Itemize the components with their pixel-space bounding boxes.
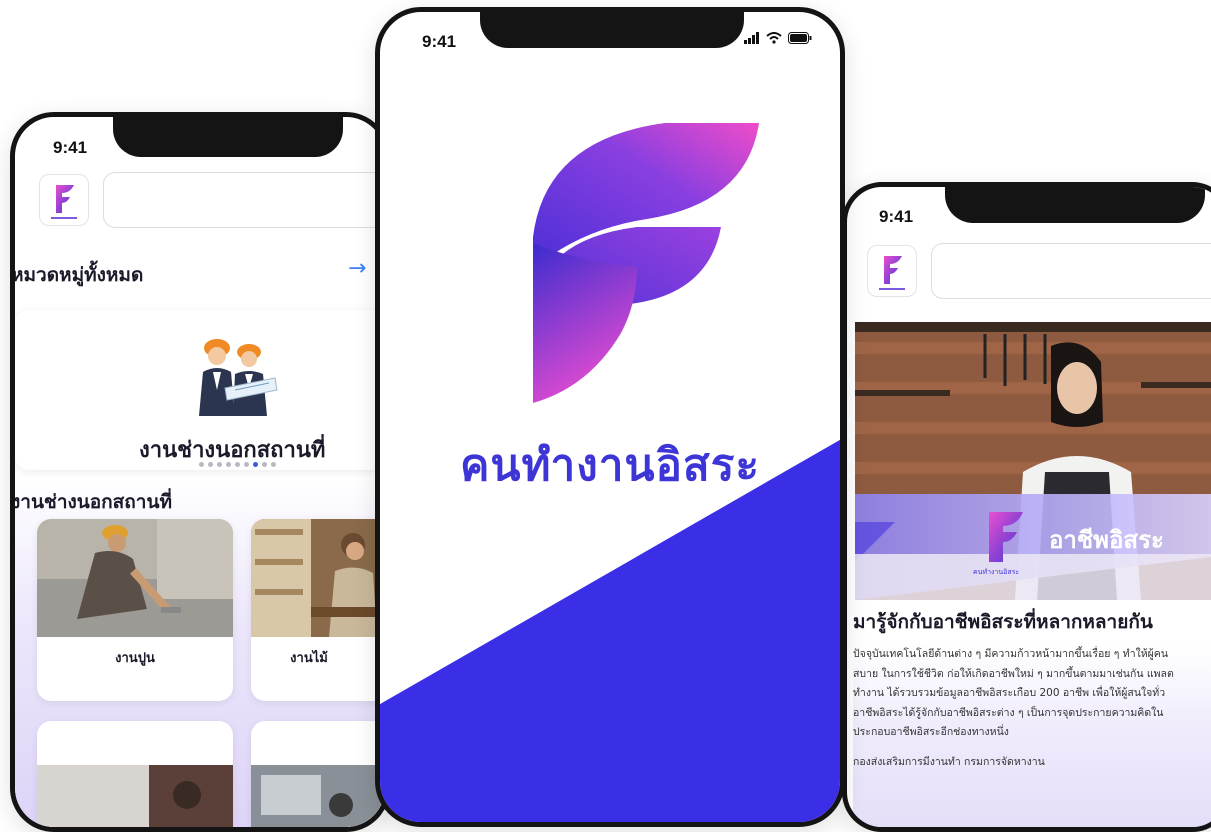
carousel-indicator[interactable] xyxy=(199,462,276,467)
job-label: งานไม้ xyxy=(290,651,328,666)
chef-photo: คนทำงานอิสระ อาชีพอิสระ xyxy=(855,322,1211,600)
article-line: ประกอบอาชีพอิสระอีกช่องทางหนึ่ง xyxy=(853,726,1009,738)
search-input[interactable] xyxy=(931,243,1211,299)
splash-background xyxy=(380,123,840,822)
carousel-dot-active[interactable] xyxy=(253,462,258,467)
carousel-dot[interactable] xyxy=(235,462,240,467)
job-photo xyxy=(37,765,233,827)
featured-category-card[interactable]: งานช่างนอกสถานที่ xyxy=(15,310,385,470)
job-card-cement[interactable]: งานปูน xyxy=(37,519,233,701)
header-row xyxy=(867,241,1211,301)
section-title: งานช่างนอกสถานที่ xyxy=(11,491,172,513)
app-name: คนทำงานอิสระ xyxy=(460,440,761,491)
app-logo-icon[interactable] xyxy=(867,245,917,297)
carousel-dot[interactable] xyxy=(271,462,276,467)
status-time: 9:41 xyxy=(53,138,88,157)
phone-notch xyxy=(945,187,1205,223)
center-phone-mockup: 9:41 คนทำงานอิสระ xyxy=(375,7,845,827)
carousel-dot[interactable] xyxy=(226,462,231,467)
phone-notch xyxy=(113,117,343,157)
article-banner[interactable]: คนทำงานอิสระ อาชีพอิสระ xyxy=(855,322,1211,600)
search-input[interactable] xyxy=(103,172,385,228)
carousel-dot[interactable] xyxy=(208,462,213,467)
job-card-wood[interactable]: งานไม้ xyxy=(251,519,385,701)
job-label: งานปูน xyxy=(115,651,155,666)
status-time: 9:41 xyxy=(879,207,914,226)
banner-title: อาชีพอิสระ xyxy=(1049,526,1164,554)
app-logo-icon[interactable] xyxy=(39,174,89,226)
left-phone-mockup: 9:41 หมวดหมู่ทั้งหมด → งานช่างนอกสถานที่… xyxy=(10,112,390,832)
carousel-dot[interactable] xyxy=(244,462,249,467)
wood-work-photo xyxy=(251,519,385,637)
banner-logo-caption: คนทำงานอิสระ xyxy=(973,568,1019,576)
job-photo xyxy=(251,765,385,827)
right-phone-mockup: 9:41 คนทำงานอิสระ อาชีพอิสระ มารู้จักกับ… xyxy=(842,182,1211,832)
jobs-section: งานช่างนอกสถานที่ งานปูน งานไม้ xyxy=(15,477,385,827)
carousel-dot[interactable] xyxy=(217,462,222,467)
header-row xyxy=(39,170,385,230)
article-title: มารู้จักกับอาชีพอิสระที่หลากหลายกัน xyxy=(853,611,1153,633)
cement-work-photo xyxy=(37,519,233,637)
article-source: กองส่งเสริมการมีงานทำ กรมการจัดหางาน xyxy=(853,755,1045,768)
job-card-4[interactable] xyxy=(251,721,385,827)
article-line: สบาย ในการใช้ชีวิต ก่อให้เกิดอาชีพใหม่ ๆ… xyxy=(853,667,1174,680)
article-line: ทำงาน ได้รวบรวมข้อมูลอาชีพอิสระเกือบ 200… xyxy=(853,687,1166,699)
workers-illustration-icon xyxy=(199,339,278,416)
carousel-dot[interactable] xyxy=(262,462,267,467)
article-line: ปัจจุบันเทคโนโลยีด้านต่าง ๆ มีความก้าวหน… xyxy=(853,648,1168,660)
categories-title: หมวดหมู่ทั้งหมด xyxy=(11,264,144,286)
article-body: ปัจจุบันเทคโนโลยีด้านต่าง ๆ มีความก้าวหน… xyxy=(853,645,1211,827)
job-card-3[interactable] xyxy=(37,721,233,827)
arrow-right-icon[interactable]: → xyxy=(348,256,366,281)
carousel-dot[interactable] xyxy=(199,462,204,467)
article-line: อาชีพอิสระได้รู้จักกับอาชีพอิสระต่าง ๆ เ… xyxy=(853,706,1164,719)
